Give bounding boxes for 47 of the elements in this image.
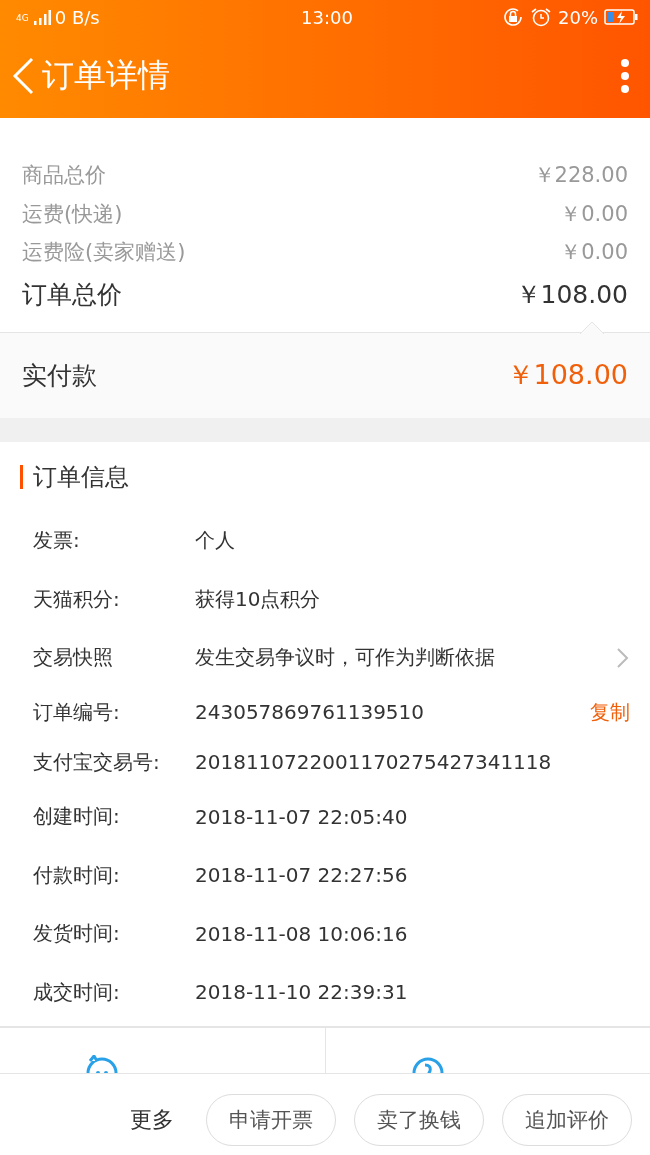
more-label[interactable]: 更多 — [130, 1104, 174, 1135]
action-button[interactable]: 申请开票 — [206, 1093, 336, 1146]
price-value: ￥228.00 — [533, 162, 628, 190]
clock-time: 13:00 — [301, 6, 353, 28]
chevron-right-icon[interactable] — [616, 647, 630, 669]
info-value: 个人 — [195, 527, 236, 555]
signal-icon — [32, 8, 51, 26]
info-label: 发票: — [33, 527, 81, 555]
info-value: 2018-11-08 10:06:16 — [195, 921, 409, 946]
info-value: 243057869761139510 — [195, 700, 426, 725]
info-label: 交易快照 — [33, 644, 114, 672]
alarm-icon — [530, 6, 552, 28]
battery-percent: 20% — [558, 6, 598, 28]
action-button[interactable]: 追加评价 — [502, 1093, 632, 1146]
price-value: ￥108.00 — [515, 279, 628, 311]
info-value: 2018110722001170275427341118 — [195, 750, 553, 775]
info-label: 创建时间: — [33, 803, 121, 831]
price-value: ￥0.00 — [560, 200, 628, 228]
info-label: 支付宝交易号: — [33, 748, 161, 776]
info-label: 成交时间: — [33, 978, 121, 1006]
price-value: ￥0.00 — [560, 239, 628, 267]
more-options-icon[interactable] — [620, 58, 630, 94]
network-speed: 0 B/s — [54, 6, 100, 28]
section-accent-bar — [20, 464, 23, 489]
chat-icon[interactable] — [84, 1054, 120, 1073]
page-title: 订单详情 — [42, 55, 171, 96]
paid-amount: ￥108.00 — [506, 358, 628, 392]
info-value: 2018-11-10 22:39:31 — [195, 980, 409, 1005]
back-icon[interactable] — [10, 56, 36, 96]
rotation-lock-icon — [502, 6, 524, 28]
price-label: 订单总价 — [22, 279, 122, 311]
info-value: 2018-11-07 22:27:56 — [195, 863, 409, 888]
info-label: 付款时间: — [33, 861, 121, 889]
price-label: 运费险(卖家赠送) — [22, 239, 186, 267]
network-label: 4G — [16, 12, 29, 23]
section-title: 订单信息 — [33, 461, 129, 493]
info-label: 订单编号: — [33, 698, 121, 726]
action-button[interactable]: 卖了换钱 — [354, 1093, 484, 1146]
price-label: 运费(快递) — [22, 200, 123, 228]
info-value: 获得10点积分 — [195, 585, 322, 613]
info-value: 发生交易争议时，可作为判断依据 — [195, 644, 496, 672]
info-label: 发货时间: — [33, 920, 121, 948]
info-label: 天猫积分: — [33, 585, 121, 613]
price-label: 商品总价 — [22, 162, 106, 190]
paid-label: 实付款 — [22, 359, 97, 392]
battery-charging-icon — [604, 8, 638, 26]
info-value: 2018-11-07 22:05:40 — [195, 804, 409, 829]
